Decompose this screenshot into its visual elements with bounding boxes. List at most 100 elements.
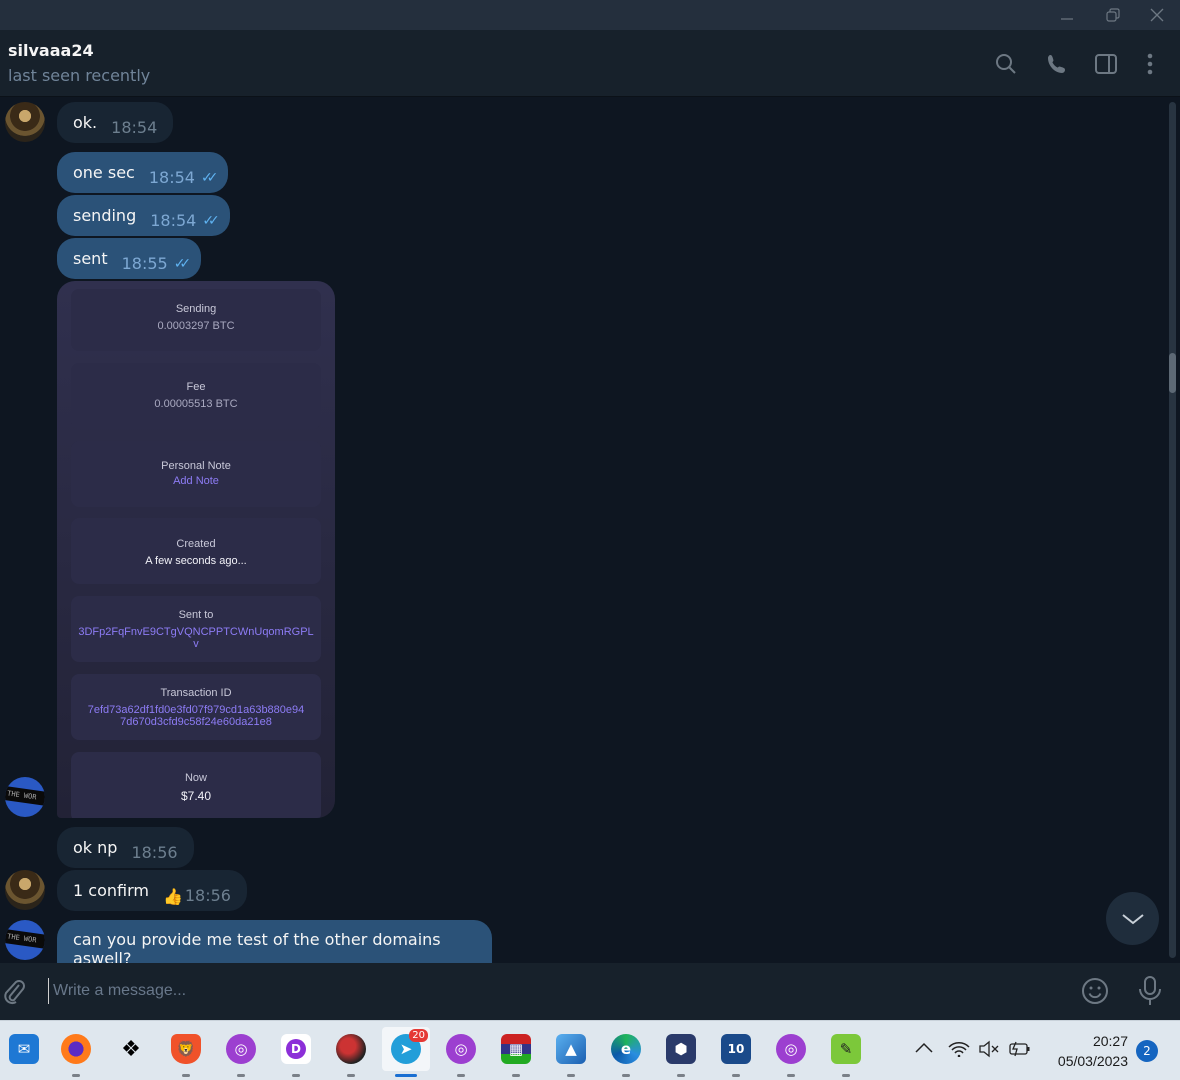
message-out[interactable]: sending 18:54 ✓✓ bbox=[57, 195, 230, 236]
tx-note: Personal Note Add Note bbox=[71, 441, 321, 507]
winrar-icon: ▦ bbox=[501, 1034, 531, 1064]
add-note-link[interactable]: Add Note bbox=[71, 475, 321, 487]
taskbar-firefox[interactable] bbox=[52, 1027, 100, 1077]
chrome-variant-icon: ◎ bbox=[776, 1034, 806, 1064]
taskbar-mail[interactable]: ✉ bbox=[0, 1027, 48, 1071]
clock[interactable]: 20:27 05/03/2023 bbox=[1040, 1031, 1128, 1071]
window-titlebar bbox=[0, 0, 1180, 30]
scrollbar-thumb[interactable] bbox=[1169, 353, 1176, 393]
mail-icon: ✉ bbox=[9, 1034, 39, 1064]
taskbar-virtualbox[interactable]: ⬢ bbox=[657, 1027, 705, 1077]
message-in[interactable]: ok. 18:54 bbox=[57, 102, 174, 143]
taskbar-chrome-variant-2[interactable]: ◎ bbox=[437, 1027, 485, 1077]
message-text: ok np bbox=[73, 838, 118, 857]
battery-charging-icon bbox=[1009, 1041, 1030, 1057]
taskbar-dropbox[interactable]: ❖ bbox=[107, 1027, 155, 1071]
photos-icon: ▲ bbox=[556, 1034, 586, 1064]
chevron-down-icon bbox=[1121, 913, 1144, 924]
taskbar-app-10[interactable]: 10 bbox=[712, 1027, 760, 1077]
more-button[interactable] bbox=[1136, 50, 1164, 78]
clock-time: 20:27 bbox=[1092, 1033, 1128, 1049]
message-text: one sec bbox=[73, 163, 135, 182]
clock-date: 05/03/2023 bbox=[1057, 1053, 1128, 1069]
voice-button[interactable] bbox=[1136, 975, 1164, 1011]
avatar-contact[interactable] bbox=[5, 870, 45, 910]
taskbar-brave[interactable]: 🦁 bbox=[162, 1027, 210, 1077]
avatar-text: THE WOR bbox=[5, 928, 45, 950]
wifi-icon bbox=[948, 1042, 970, 1058]
tx-fee: Fee 0.00005513 BTC bbox=[71, 363, 321, 429]
message-time: 18:54 bbox=[111, 118, 158, 137]
tx-address: 3DFp2FqFnvE9CTgVQNCPPTCWnUqomRGPL bbox=[78, 626, 314, 638]
taskbar-telegram[interactable]: ➤ 20 bbox=[382, 1027, 430, 1077]
taskbar-chrome-variant-3[interactable]: ◎ bbox=[767, 1027, 815, 1077]
battery-button[interactable] bbox=[1008, 1041, 1032, 1061]
taskbar-edge[interactable]: e bbox=[602, 1027, 650, 1077]
notepad-plus-plus-icon: ✎ bbox=[831, 1034, 861, 1064]
read-checks-icon: ✓✓ bbox=[200, 169, 219, 186]
taskbar-proton-app[interactable]: D bbox=[272, 1027, 320, 1077]
read-checks-icon: ✓✓ bbox=[173, 255, 192, 272]
tx-value: 0.0003297 BTC bbox=[157, 320, 235, 332]
message-input[interactable] bbox=[48, 978, 948, 1004]
attach-button[interactable] bbox=[4, 978, 30, 1010]
restore-button[interactable] bbox=[1090, 0, 1136, 30]
volume-button[interactable] bbox=[978, 1040, 1000, 1062]
proton-app-icon: D bbox=[281, 1034, 311, 1064]
edge-icon: e bbox=[611, 1034, 641, 1064]
message-out[interactable]: can you provide me test of the other dom… bbox=[57, 920, 492, 963]
search-icon bbox=[996, 54, 1016, 74]
read-checks-icon: ✓✓ bbox=[202, 212, 220, 229]
tx-label: Now bbox=[184, 772, 207, 784]
brave-icon: 🦁 bbox=[171, 1034, 201, 1064]
dropbox-icon: ❖ bbox=[121, 1036, 141, 1062]
message-out[interactable]: one sec 18:54 ✓✓ bbox=[57, 152, 229, 193]
taskbar-winrar[interactable]: ▦ bbox=[492, 1027, 540, 1077]
transaction-screenshot[interactable]: Sending 0.0003297 BTC Fee 0.00005513 BTC… bbox=[57, 281, 335, 818]
toggle-sidebar-button[interactable] bbox=[1092, 50, 1120, 78]
close-button[interactable] bbox=[1134, 0, 1180, 30]
chat-name[interactable]: silvaaa24 bbox=[8, 41, 94, 60]
emoji-button[interactable] bbox=[1080, 976, 1110, 1010]
avatar-self[interactable]: THE WOR bbox=[5, 920, 45, 960]
message-in[interactable]: 1 confirm 👍 18:56 bbox=[57, 870, 247, 911]
taskbar-game[interactable] bbox=[327, 1027, 375, 1077]
chrome-variant-icon: ◎ bbox=[226, 1034, 256, 1064]
message-text: sending bbox=[73, 206, 137, 225]
chevron-up-icon bbox=[915, 1042, 933, 1053]
scrollbar-track[interactable] bbox=[1169, 102, 1176, 958]
restore-icon bbox=[1106, 8, 1120, 22]
tx-value: A few seconds ago... bbox=[145, 555, 247, 567]
call-button[interactable] bbox=[1043, 50, 1071, 78]
telegram-badge: 20 bbox=[409, 1029, 428, 1042]
app-10-icon: 10 bbox=[721, 1034, 751, 1064]
game-icon bbox=[336, 1034, 366, 1064]
show-hidden-icons-button[interactable] bbox=[914, 1039, 934, 1058]
chat-header[interactable]: silvaaa24 last seen recently bbox=[0, 30, 1180, 97]
minimize-button[interactable] bbox=[1044, 0, 1090, 30]
search-button[interactable] bbox=[992, 50, 1020, 78]
message-text: sent bbox=[73, 249, 108, 268]
message-list[interactable]: ok. 18:54 one sec 18:54 ✓✓ sending 18:54… bbox=[0, 97, 1180, 963]
taskbar-photos[interactable]: ▲ bbox=[547, 1027, 595, 1077]
taskbar-notepad-plus-plus[interactable]: ✎ bbox=[822, 1027, 870, 1077]
taskbar-chrome-variant[interactable]: ◎ bbox=[217, 1027, 265, 1077]
wifi-button[interactable] bbox=[948, 1041, 970, 1061]
scroll-to-bottom-button[interactable] bbox=[1106, 892, 1159, 945]
tx-id: Transaction ID 7efd73a62df1fd0e3fd07f979… bbox=[71, 674, 321, 740]
tx-label: Sending bbox=[175, 303, 217, 315]
more-icon bbox=[1147, 53, 1153, 75]
avatar-self[interactable]: THE WOR bbox=[5, 777, 45, 817]
tx-hash: 7efd73a62df1fd0e3fd07f979cd1a63b880e94 bbox=[87, 704, 305, 716]
tx-address-cont: v bbox=[193, 638, 199, 650]
tx-label: Personal Note bbox=[161, 460, 231, 472]
virtualbox-icon: ⬢ bbox=[666, 1034, 696, 1064]
avatar-contact[interactable] bbox=[5, 102, 45, 142]
message-time: 18:56 bbox=[131, 843, 178, 862]
notification-badge[interactable]: 2 bbox=[1136, 1040, 1158, 1062]
thumbs-up-reaction[interactable]: 👍 bbox=[163, 887, 183, 906]
message-out[interactable]: sent 18:55 ✓✓ bbox=[57, 238, 202, 279]
avatar-text: THE WOR bbox=[5, 785, 45, 807]
message-in[interactable]: ok np 18:56 bbox=[57, 827, 194, 868]
tx-label: Fee bbox=[186, 381, 206, 393]
